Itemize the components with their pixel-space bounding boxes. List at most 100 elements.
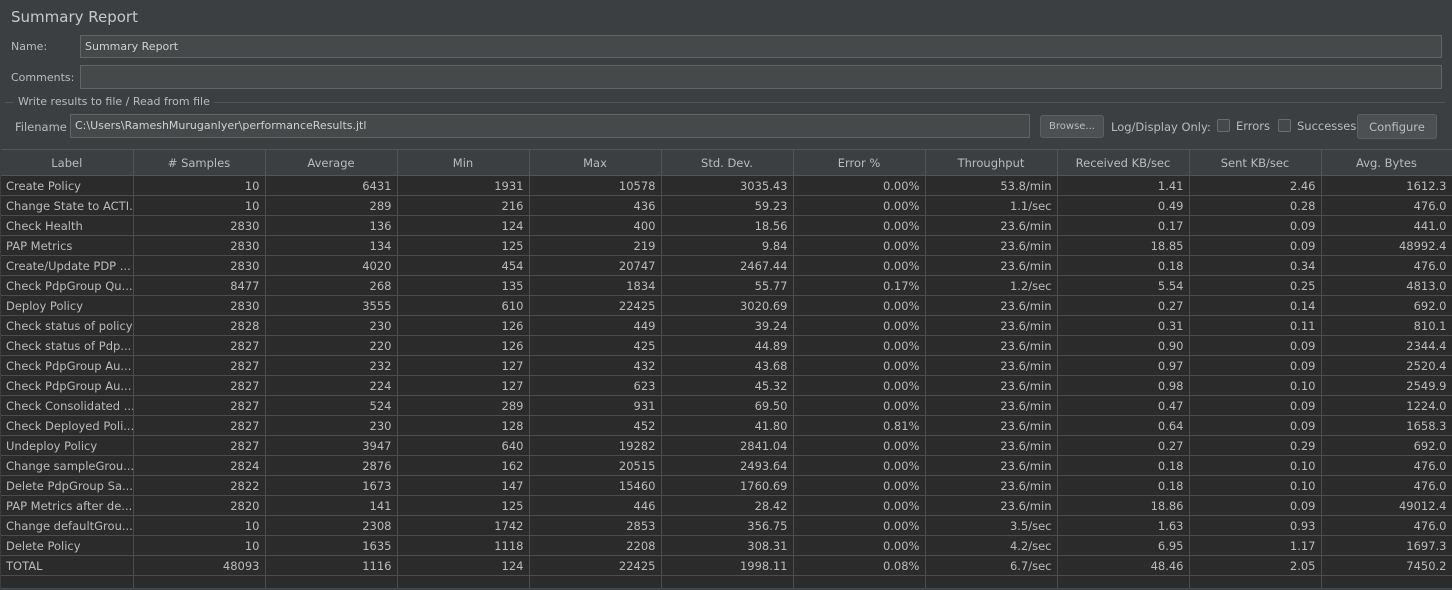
cell-label: Change State to ACTI... [1,195,134,216]
table-row[interactable]: TOTAL 48093 1116 124 22425 1998.11 0.08% 6.7/se… [1,555,1452,576]
cell-max: 432 [529,355,662,376]
column-header-min[interactable]: Min [397,149,530,176]
cell-throughput: 23.6/min [925,475,1058,496]
successes-checkbox[interactable] [1278,119,1291,132]
cell-avg-bytes: 1612.3 [1321,175,1452,196]
cell-error-percent: 0.00% [793,195,926,216]
browse-button[interactable]: Browse... [1040,115,1104,138]
cell-error-percent: 0.00% [793,315,926,336]
cell-max: 22425 [529,555,662,576]
cell-std-dev: 1998.11 [661,555,794,576]
cell-error-percent: 0.81% [793,415,926,436]
errors-label: Errors [1236,119,1271,133]
cell-std-dev: 39.24 [661,315,794,336]
filler-cell [529,575,662,589]
cell-throughput: 23.6/min [925,395,1058,416]
cell-std-dev: 43.68 [661,355,794,376]
cell-throughput: 23.6/min [925,335,1058,356]
column-header-avg-bytes[interactable]: Avg. Bytes [1321,149,1452,176]
cell-received-kb: 0.18 [1057,475,1190,496]
cell-avg-bytes: 692.0 [1321,435,1452,456]
cell-average: 141 [265,495,398,516]
table-row[interactable]: PAP Metrics 2830 134 125 219 9.84 0.00% 23.6/mi… [1,235,1452,256]
cell-label: Create/Update PDP ... [1,255,134,276]
table-row[interactable]: Check Health 2830 136 124 400 18.56 0.00% 23.6/… [1,215,1452,236]
filename-label: Filename [15,120,67,134]
table-row[interactable]: Check PdpGroup Au... 2827 224 127 623 45.32 0.… [1,375,1452,396]
column-header-samples[interactable]: # Samples [133,149,266,176]
column-header-label[interactable]: Label [1,149,134,176]
table-row[interactable]: Delete PdpGroup Sa... 2822 1673 147 15460 176… [1,475,1452,496]
filler-cell [1321,575,1452,589]
table-row[interactable]: Check status of policy 2828 230 126 449 39.24… [1,315,1452,336]
cell-throughput: 6.7/sec [925,555,1058,576]
table-row[interactable]: Check PdpGroup Qu... 8477 268 135 1834 55.77 0… [1,275,1452,296]
filename-field[interactable]: C:\Users\RameshMuruganIyer\performanceRe… [70,114,1030,138]
cell-max: 446 [529,495,662,516]
cell-error-percent: 0.00% [793,435,926,456]
cell-samples: 2830 [133,255,266,276]
table-row[interactable]: Change defaultGrou... 10 2308 1742 2853 356.7… [1,515,1452,536]
table-row[interactable]: Undeploy Policy 2827 3947 640 19282 2841.04 0.… [1,435,1452,456]
cell-throughput: 1.2/sec [925,275,1058,296]
cell-error-percent: 0.00% [793,255,926,276]
table-row[interactable]: PAP Metrics after de... 2820 141 125 446 28.4… [1,495,1452,516]
cell-std-dev: 9.84 [661,235,794,256]
column-header-throughput[interactable]: Throughput [925,149,1058,176]
cell-samples: 2827 [133,355,266,376]
cell-sent-kb: 0.09 [1189,235,1322,256]
cell-max: 452 [529,415,662,436]
cell-error-percent: 0.00% [793,355,926,376]
cell-max: 425 [529,335,662,356]
cell-sent-kb: 1.17 [1189,535,1322,556]
cell-min: 289 [397,395,530,416]
table-row[interactable]: Check status of Pdp... 2827 220 126 425 44.89… [1,335,1452,356]
column-header-average[interactable]: Average [265,149,398,176]
cell-min: 124 [397,555,530,576]
column-header-sent-kb[interactable]: Sent KB/sec [1189,149,1322,176]
cell-received-kb: 0.49 [1057,195,1190,216]
table-row[interactable]: Change State to ACTI... 10 289 216 436 59.23 0… [1,195,1452,216]
cell-std-dev: 28.42 [661,495,794,516]
cell-label: Check Deployed Poli... [1,415,134,436]
cell-label: Check PdpGroup Au... [1,375,134,396]
configure-button[interactable]: Configure [1357,114,1437,139]
cell-throughput: 4.2/sec [925,535,1058,556]
cell-sent-kb: 0.09 [1189,215,1322,236]
table-row[interactable]: Delete Policy 10 1635 1118 2208 308.31 0.00% 4.… [1,535,1452,556]
table-row[interactable]: Deploy Policy 2830 3555 610 22425 3020.69 0.00… [1,295,1452,316]
cell-samples: 2828 [133,315,266,336]
cell-label: Deploy Policy [1,295,134,316]
file-group-title: Write results to file / Read from file [14,95,214,108]
column-header-received-kb[interactable]: Received KB/sec [1057,149,1190,176]
cell-min: 216 [397,195,530,216]
column-header-std-dev[interactable]: Std. Dev. [661,149,794,176]
table-row[interactable]: Create/Update PDP ... 2830 4020 454 20747 246… [1,255,1452,276]
cell-received-kb: 0.97 [1057,355,1190,376]
cell-label: TOTAL [1,555,134,576]
table-row[interactable]: Create Policy 10 6431 1931 10578 3035.43 0.00%… [1,175,1452,196]
comments-field[interactable] [80,65,1442,89]
column-header-error-percent[interactable]: Error % [793,149,926,176]
table-row[interactable]: Check Deployed Poli... 2827 230 128 452 41.80… [1,415,1452,436]
cell-sent-kb: 0.29 [1189,435,1322,456]
name-field[interactable]: Summary Report [80,35,1442,58]
cell-label: Delete PdpGroup Sa... [1,475,134,496]
cell-samples: 2830 [133,295,266,316]
cell-min: 147 [397,475,530,496]
cell-std-dev: 308.31 [661,535,794,556]
cell-samples: 2824 [133,455,266,476]
cell-min: 126 [397,315,530,336]
column-header-max[interactable]: Max [529,149,662,176]
cell-sent-kb: 0.09 [1189,415,1322,436]
cell-std-dev: 2841.04 [661,435,794,456]
cell-samples: 48093 [133,555,266,576]
errors-checkbox[interactable] [1217,119,1230,132]
cell-max: 219 [529,235,662,256]
cell-avg-bytes: 2344.4 [1321,335,1452,356]
table-row[interactable]: Check Consolidated ... 2827 524 289 931 69.50… [1,395,1452,416]
cell-avg-bytes: 441.0 [1321,215,1452,236]
table-row[interactable]: Change sampleGrou... 2824 2876 162 20515 2493… [1,455,1452,476]
table-row[interactable]: Check PdpGroup Au... 2827 232 127 432 43.68 0.… [1,355,1452,376]
name-label: Name: [11,40,48,53]
